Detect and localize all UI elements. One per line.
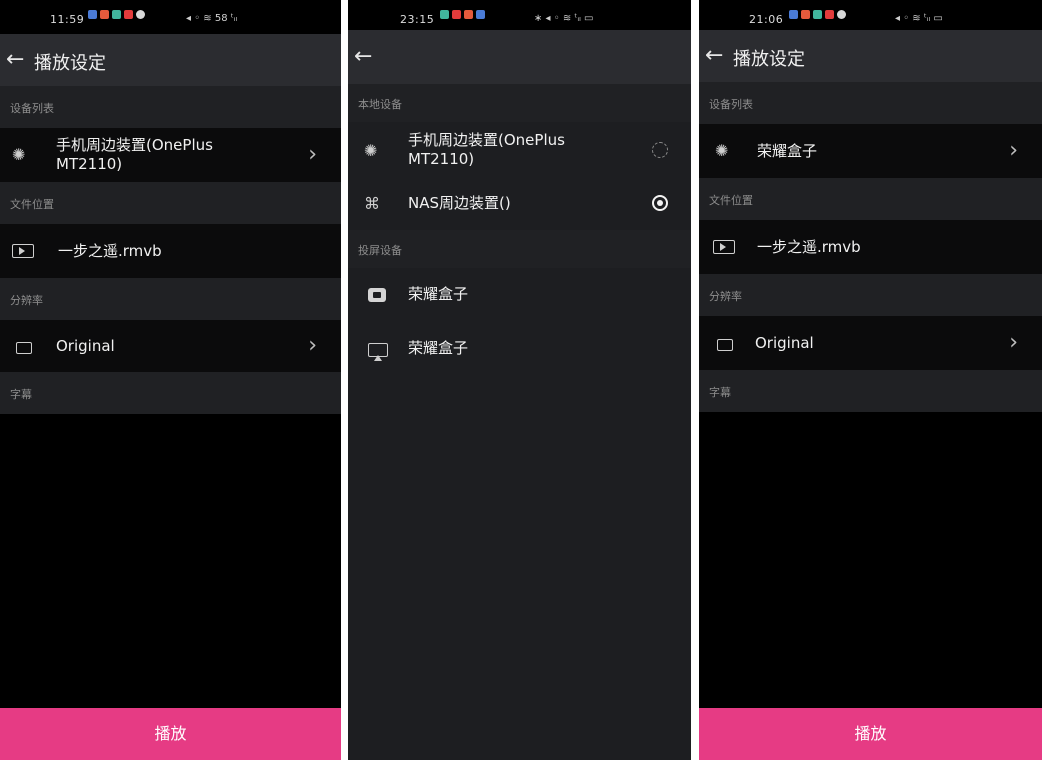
app-bar: ← 播放设定 [0, 34, 341, 86]
resolution-value: Original [755, 334, 814, 352]
device-row[interactable]: ✺ 荣耀盒子 › [699, 124, 1042, 178]
file-name: 一步之遥.rmvb [757, 238, 861, 256]
app-icon [825, 10, 834, 19]
section-header-subtitles: 字幕 [0, 372, 341, 414]
notification-icons [789, 10, 846, 19]
section-header-resolution: 分辨率 [699, 274, 1042, 316]
app-icon [476, 10, 485, 19]
chevron-right-icon: › [308, 333, 317, 358]
status-indicators: ◂ ◦ ≋ ᵗᵢₗ ▭ [895, 13, 943, 24]
device-name: 荣耀盒子 [408, 339, 469, 357]
aspect-ratio-icon [717, 336, 733, 355]
app-icon [789, 10, 798, 19]
status-bar: 11:59 ◂ ◦ ≋ 58 ᵗᵢₗ [0, 0, 341, 34]
local-device-row-2[interactable]: ⌘ NAS周边装置() [348, 178, 691, 230]
app-icon [100, 10, 109, 19]
status-time: 11:59 [50, 13, 85, 26]
section-header-file-location: 文件位置 [0, 182, 341, 224]
aspect-ratio-icon [16, 339, 32, 358]
cast-device-row-1[interactable]: 荣耀盒子 [348, 268, 691, 322]
section-header-subtitles: 字幕 [699, 370, 1042, 412]
play-button[interactable]: 播放 [0, 708, 341, 760]
phone-screen-device-picker: 23:15 ∗ ◂ ◦ ≋ ᵗᵢₗ ▭ ← 本地设备 ✺ 手机周边装置(OneP… [348, 0, 691, 760]
local-device-row-1[interactable]: ✺ 手机周边装置(OnePlus MT2110) [348, 122, 691, 178]
resolution-row[interactable]: Original › [699, 316, 1042, 370]
file-row[interactable]: 一步之遥.rmvb [0, 224, 341, 278]
device-name: 手机周边装置(OnePlus MT2110) [56, 136, 213, 173]
status-bar: 21:06 ◂ ◦ ≋ ᵗᵢₗ ▭ [699, 0, 1042, 30]
page-title: 播放设定 [34, 53, 106, 74]
airplay-icon [368, 342, 388, 361]
tv-box-icon: ✺ [715, 141, 729, 160]
status-indicators: ◂ ◦ ≋ 58 ᵗᵢₗ [186, 13, 238, 24]
section-header-local-devices: 本地设备 [348, 84, 691, 122]
chevron-right-icon: › [308, 142, 317, 167]
section-header-file-location: 文件位置 [699, 178, 1042, 220]
status-time: 23:15 [400, 13, 435, 26]
back-arrow-icon[interactable]: ← [705, 45, 723, 67]
android-device-icon: ✺ [364, 141, 378, 160]
resolution-value: Original [56, 337, 115, 355]
resolution-row[interactable]: Original › [0, 320, 341, 372]
cast-device-row-2[interactable]: 荣耀盒子 [348, 322, 691, 376]
chevron-right-icon: › [1009, 138, 1018, 163]
section-header-cast-devices: 投屏设备 [348, 230, 691, 268]
video-file-icon [12, 243, 34, 262]
phone-screen-playback-settings: 11:59 ◂ ◦ ≋ 58 ᵗᵢₗ ← 播放设定 设备列表 ✺ 手机周边装置(… [0, 0, 341, 760]
video-file-icon [713, 239, 735, 258]
file-name: 一步之遥.rmvb [58, 242, 162, 260]
section-header-device-list: 设备列表 [699, 82, 1042, 124]
notification-icons [440, 10, 485, 19]
play-button[interactable]: 播放 [699, 708, 1042, 760]
radio-selected[interactable] [652, 195, 668, 211]
app-icon [136, 10, 145, 19]
tv-box-icon [368, 287, 386, 306]
app-icon [124, 10, 133, 19]
file-row[interactable]: 一步之遥.rmvb [699, 220, 1042, 274]
app-icon [813, 10, 822, 19]
back-arrow-icon[interactable]: ← [354, 46, 372, 68]
phone-screen-playback-settings-cast: 21:06 ◂ ◦ ≋ ᵗᵢₗ ▭ ← 播放设定 设备列表 ✺ 荣耀盒子 › 文… [699, 0, 1042, 760]
section-header-resolution: 分辨率 [0, 278, 341, 320]
app-icon [452, 10, 461, 19]
device-name: 荣耀盒子 [408, 285, 469, 303]
app-bar: ← [348, 30, 691, 84]
status-time: 21:06 [749, 13, 784, 26]
notification-icons [88, 10, 145, 19]
nas-device-icon: ⌘ [364, 194, 380, 213]
app-bar: ← 播放设定 [699, 30, 1042, 82]
app-icon [88, 10, 97, 19]
chevron-right-icon: › [1009, 330, 1018, 355]
device-name: 荣耀盒子 [757, 142, 818, 160]
app-icon [837, 10, 846, 19]
section-header-device-list: 设备列表 [0, 86, 341, 128]
app-icon [112, 10, 121, 19]
device-name: NAS周边装置() [408, 194, 511, 212]
status-indicators: ∗ ◂ ◦ ≋ ᵗᵢₗ ▭ [534, 13, 594, 24]
device-name: 手机周边装置(OnePlus MT2110) [408, 131, 565, 168]
page-title: 播放设定 [733, 49, 805, 70]
android-device-icon: ✺ [12, 145, 26, 164]
app-icon [464, 10, 473, 19]
device-row[interactable]: ✺ 手机周边装置(OnePlus MT2110) › [0, 128, 341, 182]
radio-unselected[interactable] [652, 142, 668, 158]
back-arrow-icon[interactable]: ← [6, 49, 24, 71]
app-icon [440, 10, 449, 19]
status-bar: 23:15 ∗ ◂ ◦ ≋ ᵗᵢₗ ▭ [348, 0, 691, 30]
app-icon [801, 10, 810, 19]
